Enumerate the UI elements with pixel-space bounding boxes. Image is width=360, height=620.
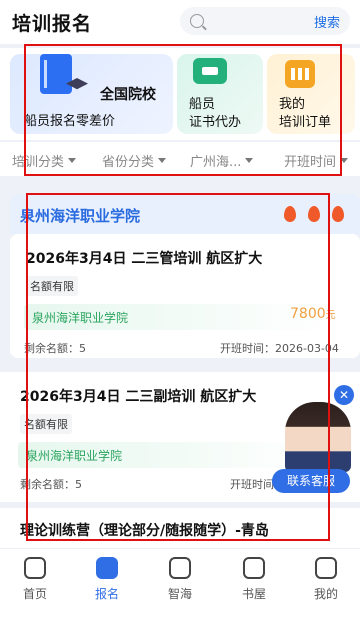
tab-label: 书屋 (241, 587, 266, 601)
ai-icon (169, 557, 191, 579)
page-title: 培训报名 (12, 12, 93, 35)
tab-label: 报名 (94, 587, 119, 601)
bag-icon (243, 557, 265, 579)
search-icon (190, 14, 204, 28)
bottom-tab-bar: 首页 报名 智海 书屋 我的 (0, 548, 360, 620)
signup-icon (96, 557, 118, 579)
tab-label: 智海 (167, 587, 192, 601)
tab-bookstore[interactable]: 书屋 (224, 557, 284, 602)
highlight-box-courses (26, 193, 330, 541)
search-bar[interactable]: 搜索 (180, 7, 350, 35)
tab-label: 我的 (313, 587, 338, 601)
tab-ai[interactable]: 智海 (150, 557, 210, 602)
highlight-box-banner (24, 44, 342, 176)
close-customer-service-button[interactable]: ✕ (334, 385, 354, 405)
home-icon (24, 557, 46, 579)
fire-icon (332, 206, 344, 222)
tab-profile[interactable]: 我的 (296, 557, 356, 602)
search-button[interactable]: 搜索 (314, 12, 340, 31)
profile-icon (315, 557, 337, 579)
tab-signup[interactable]: 报名 (77, 557, 137, 602)
tab-home[interactable]: 首页 (5, 557, 65, 602)
tab-label: 首页 (22, 587, 47, 601)
